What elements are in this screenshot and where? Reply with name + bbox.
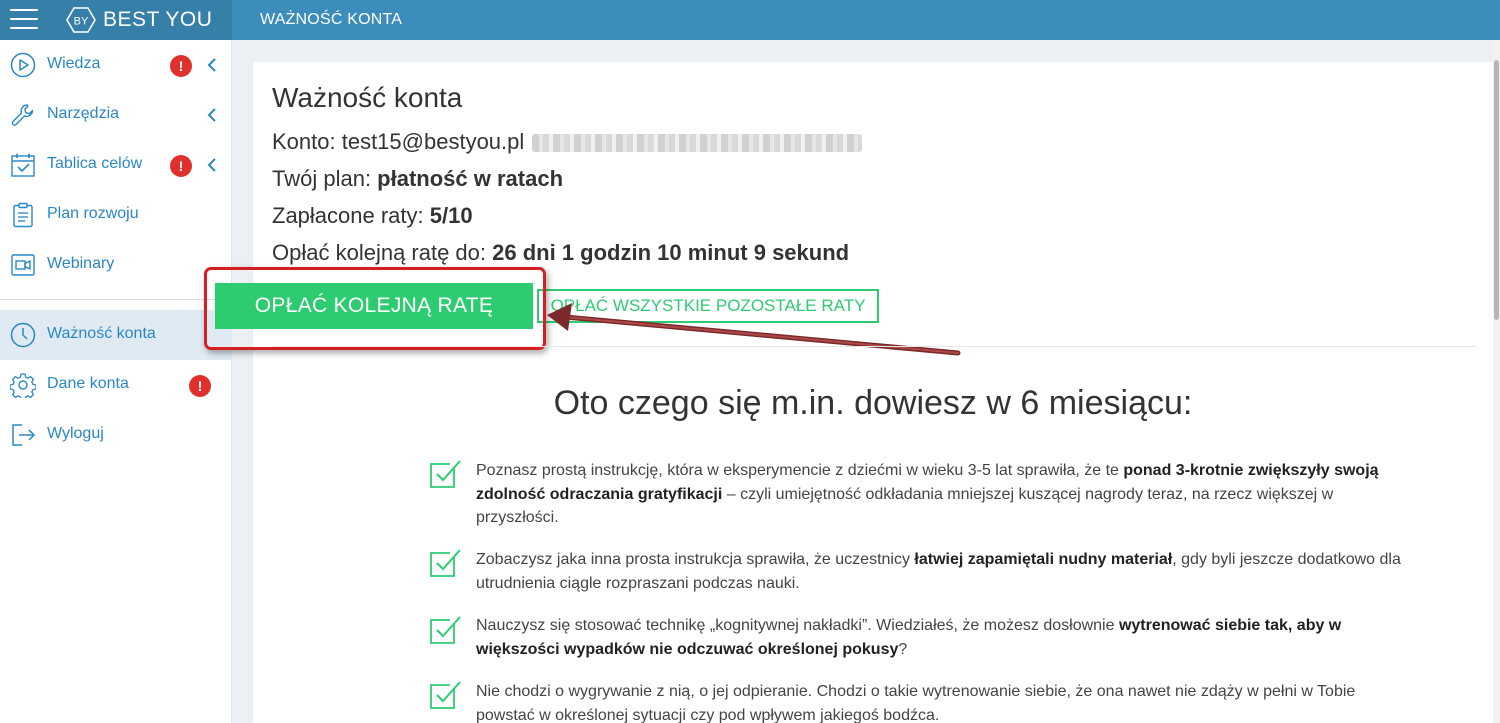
sidebar-item-label: Webinary (47, 255, 115, 272)
chevron-left-icon[interactable] (206, 58, 218, 72)
content-separator (272, 346, 1477, 347)
sidebar-item-wiedza[interactable]: Wiedza ! (0, 40, 232, 90)
sidebar-item-label: Plan rozwoju (47, 205, 139, 222)
feature-item: Nauczysz się stosować technikę „kognityw… (476, 617, 1342, 658)
page-title: Ważność konta (272, 82, 463, 113)
page-header-title: WAŻNOŚĆ KONTA (260, 11, 403, 28)
page-scrollbar[interactable] (1493, 40, 1500, 723)
brand-logo[interactable]: BY BEST YOU (66, 7, 212, 33)
brand-hexagon-icon: BY (66, 7, 96, 33)
alert-badge: ! (170, 55, 192, 77)
feature-item: Nie chodzi o wygrywanie z nią, o jej odp… (476, 683, 1356, 723)
wrench-icon (11, 104, 34, 126)
checkbox-checked-icon (430, 681, 461, 709)
sidebar-item-label: Narzędzia (47, 105, 120, 122)
chevron-left-icon[interactable] (206, 108, 218, 122)
sidebar-item-tablica-celow[interactable]: Tablica celów ! (0, 140, 232, 190)
paid-installments-line: Zapłacone raty: 5/10 (272, 203, 473, 229)
blurred-redaction (532, 134, 863, 153)
sidebar-item-narzedzia[interactable]: Narzędzia (0, 90, 232, 140)
sidebar-item-label: Dane konta (47, 375, 129, 392)
logo-area: BY BEST YOU (0, 0, 232, 40)
feature-item: Zobaczysz jaka inna prosta instrukcja sp… (476, 551, 1401, 592)
svg-text:BY: BY (74, 16, 89, 28)
sidebar-item-webinary[interactable]: Webinary (0, 240, 232, 290)
due-line: Opłać kolejną ratę do: 26 dni 1 godzin 1… (272, 240, 849, 266)
checkbox-checked-icon (430, 460, 461, 488)
top-navbar: BY BEST YOU WAŻNOŚĆ KONTA (0, 0, 1500, 40)
account-label: Konto: (272, 129, 342, 154)
calendar-check-icon (11, 153, 35, 177)
plan-line: Twój plan: płatność w ratach (272, 166, 563, 192)
sidebar-item-label: Wyloguj (47, 425, 104, 442)
plan-label: Twój plan: (272, 166, 378, 191)
sidebar-divider (0, 299, 232, 300)
sidebar-item-plan-rozwoju[interactable]: Plan rozwoju (0, 190, 232, 240)
paid-label: Zapłacone raty: (272, 203, 430, 228)
sidebar-item-label: Ważność konta (47, 325, 156, 342)
sidebar: Wiedza ! Narzędzia Tablica celów ! Plan … (0, 40, 232, 723)
video-camera-icon (11, 254, 35, 276)
scrollbar-thumb[interactable] (1494, 60, 1499, 320)
pay-next-installment-button[interactable]: OPŁAĆ KOLEJNĄ RATĘ (215, 283, 533, 329)
sidebar-item-waznosc-konta[interactable]: Ważność konta (0, 310, 232, 360)
account-line: Konto: test15@bestyou.pl (272, 129, 863, 155)
checkbox-checked-icon (430, 616, 461, 644)
sidebar-item-label: Wiedza (47, 55, 101, 72)
account-email: test15@bestyou.pl (341, 129, 525, 154)
paid-value: 5/10 (429, 203, 473, 228)
gear-icon (10, 373, 36, 398)
hamburger-menu-icon[interactable] (10, 9, 38, 31)
sidebar-item-label: Tablica celów (47, 155, 143, 172)
sidebar-item-dane-konta[interactable]: Dane konta ! (0, 360, 232, 410)
brand-name: BEST YOU (103, 8, 213, 31)
plan-value: płatność w ratach (377, 166, 564, 191)
chevron-left-icon[interactable] (206, 158, 218, 172)
logout-icon (12, 424, 36, 446)
alert-badge: ! (170, 155, 192, 177)
play-circle-icon (10, 52, 36, 78)
sidebar-item-wyloguj[interactable]: Wyloguj (0, 410, 232, 460)
section-heading: Oto czego się m.in. dowiesz w 6 miesiącu… (553, 384, 1193, 422)
clock-icon (10, 322, 36, 348)
due-countdown: 26 dni 1 godzin 10 minut 9 sekund (492, 240, 850, 265)
due-label: Opłać kolejną ratę do: (272, 240, 493, 265)
pay-all-remaining-button[interactable]: OPŁAĆ WSZYSTKIE POZOSTAŁE RATY (537, 289, 879, 323)
clipboard-icon (13, 202, 33, 228)
checkbox-checked-icon (430, 549, 461, 577)
feature-item: Poznasz prostą instrukcję, która w ekspe… (476, 462, 1379, 526)
alert-badge: ! (189, 375, 211, 397)
